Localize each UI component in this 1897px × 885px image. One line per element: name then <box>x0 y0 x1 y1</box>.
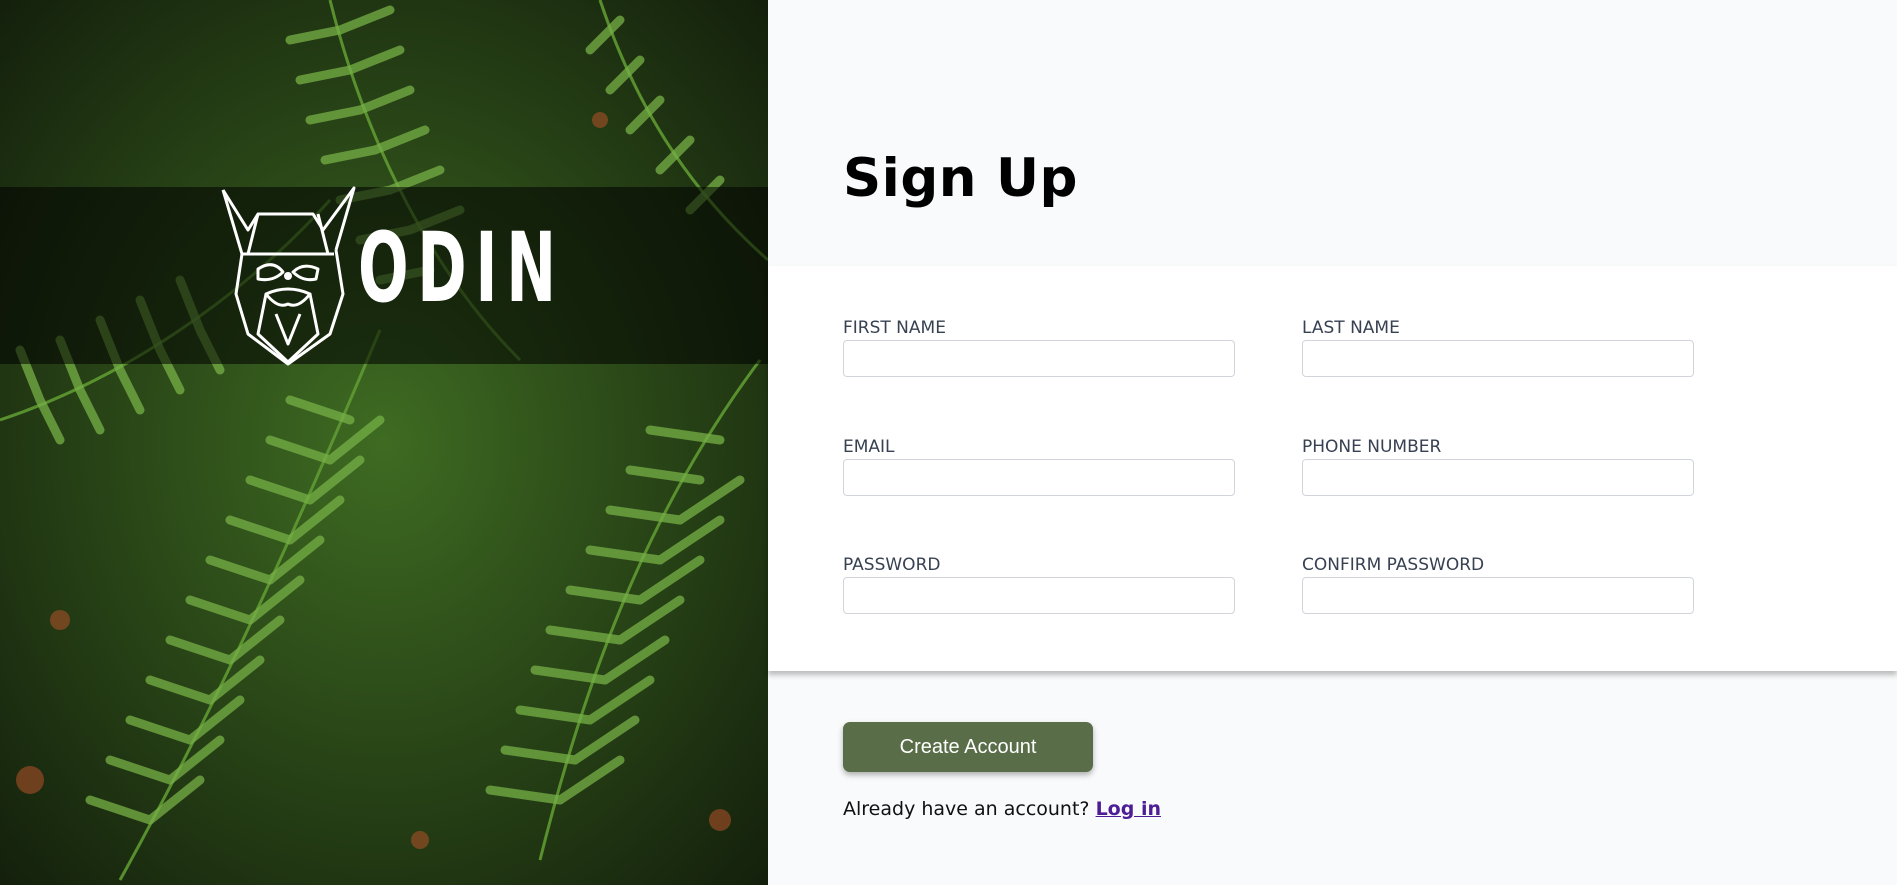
brand-name: ODIN <box>358 212 565 324</box>
password-label: PASSWORD <box>843 555 941 575</box>
page-title: Sign Up <box>843 148 1078 209</box>
last-name-label: LAST NAME <box>1302 318 1400 338</box>
phone-input[interactable] <box>1302 459 1694 496</box>
phone-label: PHONE NUMBER <box>1302 437 1442 457</box>
password-group: PASSWORD <box>843 553 1235 614</box>
email-group: EMAIL <box>843 435 1235 496</box>
login-prompt-row: Already have an account? Log in <box>843 798 1161 820</box>
confirm-password-input[interactable] <box>1302 577 1694 614</box>
first-name-group: FIRST NAME <box>843 316 1235 377</box>
confirm-password-group: CONFIRM PASSWORD <box>1302 553 1694 614</box>
last-name-input[interactable] <box>1302 340 1694 377</box>
login-prompt-text: Already have an account? <box>843 798 1090 820</box>
password-input[interactable] <box>843 577 1235 614</box>
signup-form: FIRST NAME LAST NAME EMAIL PHONE NUMBER … <box>768 266 1897 671</box>
fern-background-image <box>0 0 768 885</box>
phone-group: PHONE NUMBER <box>1302 435 1694 496</box>
hero-panel: ODIN <box>0 0 768 885</box>
create-account-button[interactable]: Create Account <box>843 722 1093 772</box>
first-name-label: FIRST NAME <box>843 318 946 338</box>
last-name-group: LAST NAME <box>1302 316 1694 377</box>
email-input[interactable] <box>843 459 1235 496</box>
signup-panel: Sign Up FIRST NAME LAST NAME EMAIL PHONE… <box>768 0 1897 885</box>
email-label: EMAIL <box>843 437 895 457</box>
confirm-password-label: CONFIRM PASSWORD <box>1302 555 1485 575</box>
first-name-input[interactable] <box>843 340 1235 377</box>
login-link[interactable]: Log in <box>1096 798 1161 820</box>
